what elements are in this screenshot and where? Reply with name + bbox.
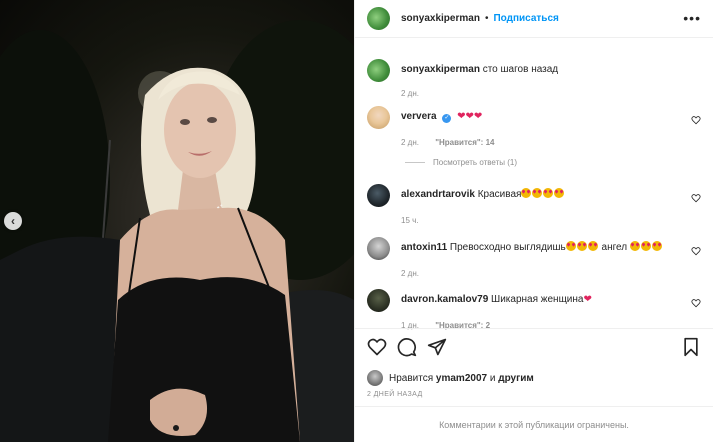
comment-username[interactable]: davron.kamalov79 [401,294,488,305]
post-side-panel: sonyaxkiperman • Подписаться ••• sonyaxk… [354,0,713,442]
heart-eyes-emoji-icon [629,241,640,251]
avatar[interactable] [367,106,390,129]
comment-username[interactable]: sonyaxkiperman [401,64,480,75]
photo-illustration [0,20,354,442]
comment-text: Красивая [477,189,522,200]
liker-username[interactable]: ymam2007 [436,373,487,384]
comment-likes[interactable]: "Нравится": 14 [435,138,494,147]
comment-item: alexandrtarovik Красивая 15 ч. [367,184,707,225]
comment-username[interactable]: ververa [401,111,437,122]
like-comment-heart-icon[interactable] [691,298,701,308]
heart-icon[interactable] [367,337,387,357]
comment-icon[interactable] [397,337,417,357]
liker-avatar[interactable] [367,370,383,386]
comment-item: ververa ✓ ❤❤❤ 2 дн. "Нравится": 14 Посмо… [367,106,707,167]
heart-eyes-emoji-icon [521,188,532,198]
likes-summary: Нравится ymam2007 и другим [367,370,534,386]
instagram-post: ‹ sonyaxkiperman • Подписаться ••• sonya… [0,0,713,442]
more-options-icon[interactable]: ••• [683,10,701,26]
comment-time: 2 дн. [401,89,419,98]
comment-text: Шикарная женщина [491,294,584,305]
post-header: sonyaxkiperman • Подписаться ••• [355,0,713,38]
comment-item: antoxin11 Превосходно выглядишь ангел 2 … [367,237,707,278]
red-heart-emoji-icon: ❤ [583,294,592,305]
divider [355,328,713,329]
comment-time: 2 дн. [401,269,419,278]
like-comment-heart-icon[interactable] [691,115,701,125]
verified-badge-icon: ✓ [442,114,452,123]
separator-dot: • [484,13,489,24]
bookmark-icon[interactable] [681,337,701,357]
follow-button[interactable]: Подписаться [493,13,558,24]
post-timestamp[interactable]: 2 ДНЕЙ НАЗАД [367,391,423,398]
comment-username[interactable]: antoxin11 [401,242,447,253]
like-comment-heart-icon[interactable] [691,193,701,203]
red-heart-emoji-icon: ❤❤❤ [457,111,483,122]
caption: sonyaxkiperman сто шагов назад 2 дн. [367,59,707,98]
heart-eyes-emoji-icon [587,241,598,251]
heart-eyes-emoji-icon [651,241,662,251]
author-username[interactable]: sonyaxkiperman [401,13,480,24]
comment-time: 2 дн. [401,138,419,147]
comment-text-2: ангел [601,242,628,253]
divider [355,406,713,407]
heart-eyes-emoji-icon [640,241,651,251]
comment-time: 15 ч. [401,216,419,225]
comment-item: davron.kamalov79 Шикарная женщина❤ 1 дн.… [367,289,707,330]
comment-username[interactable]: alexandrtarovik [401,189,475,200]
avatar[interactable] [367,289,390,312]
comment-text: Превосходно выглядишь [449,242,566,253]
chevron-left-icon: ‹ [11,214,15,228]
heart-eyes-emoji-icon [554,188,565,198]
caption-text: сто шагов назад [482,64,559,75]
post-actions [367,337,701,359]
previous-photo-button[interactable]: ‹ [4,212,22,230]
author-avatar[interactable] [367,7,390,30]
likes-conj: и [489,372,496,384]
view-replies-button[interactable]: Посмотреть ответы (1) [405,158,707,167]
avatar[interactable] [367,59,390,82]
heart-eyes-emoji-icon [543,188,554,198]
post-photo[interactable]: ‹ [0,0,354,442]
view-replies-label: Посмотреть ответы (1) [433,158,518,167]
likes-prefix: Нравится [389,372,434,384]
paper-plane-icon[interactable] [427,337,447,357]
heart-eyes-emoji-icon [532,188,543,198]
like-comment-heart-icon[interactable] [691,246,701,256]
heart-eyes-emoji-icon [565,241,576,251]
avatar[interactable] [367,237,390,260]
avatar[interactable] [367,184,390,207]
likes-others-link[interactable]: другим [498,373,534,384]
comments-limited-notice: Комментарии к этой публикации ограничены… [439,420,629,430]
heart-eyes-emoji-icon [576,241,587,251]
replies-line [405,162,425,163]
